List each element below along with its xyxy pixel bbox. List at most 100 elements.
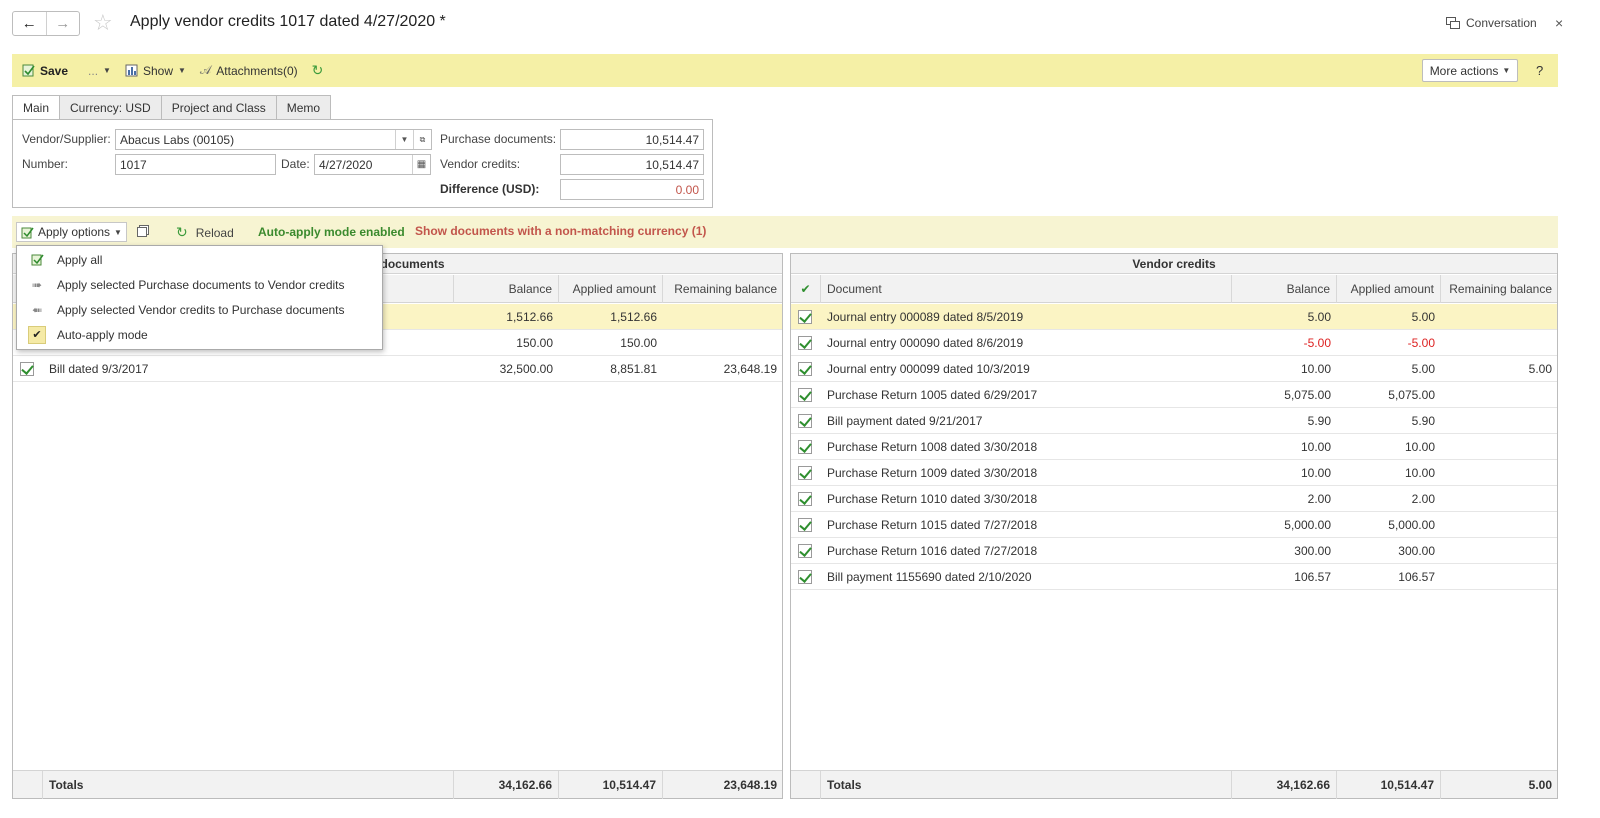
menu-item-apply-all[interactable]: Apply all bbox=[17, 247, 382, 272]
menu-item-auto-apply-mode[interactable]: ✔ Auto-apply mode bbox=[17, 322, 382, 347]
select-all-check-icon[interactable]: ✔ bbox=[791, 275, 821, 303]
dropdown-caret-icon: ▼ bbox=[178, 66, 186, 75]
row-checkbox[interactable] bbox=[798, 544, 812, 558]
row-checkbox[interactable] bbox=[798, 466, 812, 480]
date-field[interactable]: 4/27/2020 ▦ bbox=[314, 154, 431, 175]
row-checkbox[interactable] bbox=[798, 492, 812, 506]
applied-amount-cell[interactable]: 5.00 bbox=[1337, 356, 1441, 382]
applied-amount-cell[interactable]: 5.90 bbox=[1337, 408, 1441, 434]
dropdown-caret-icon[interactable]: ▼ bbox=[395, 130, 413, 149]
more-actions-button[interactable]: More actions ▼ bbox=[1422, 59, 1518, 82]
tab-project-and-class[interactable]: Project and Class bbox=[161, 95, 277, 120]
table-row[interactable]: Bill payment 1155690 dated 2/10/2020 106.… bbox=[791, 564, 1557, 590]
document-cell[interactable]: Purchase Return 1008 dated 3/30/2018 bbox=[821, 434, 1232, 460]
row-checkbox[interactable] bbox=[20, 362, 34, 376]
arrow-left-icon: ➠ bbox=[31, 302, 43, 317]
table-row[interactable]: Purchase Return 1010 dated 3/30/2018 2.00… bbox=[791, 486, 1557, 512]
table-row[interactable]: Purchase Return 1016 dated 7/27/2018 300.… bbox=[791, 538, 1557, 564]
applied-amount-cell[interactable]: 5.00 bbox=[1337, 304, 1441, 330]
row-checkbox[interactable] bbox=[798, 518, 812, 532]
close-icon[interactable]: × bbox=[1555, 15, 1563, 31]
remaining-balance-cell bbox=[1441, 304, 1558, 330]
show-non-matching-currency-link[interactable]: Show documents with a non-matching curre… bbox=[415, 224, 706, 238]
applied-amount-cell[interactable]: 106.57 bbox=[1337, 564, 1441, 590]
applied-amount-cell[interactable]: -5.00 bbox=[1337, 330, 1441, 356]
save-icon bbox=[22, 64, 35, 77]
open-link-icon[interactable]: ⧉ bbox=[413, 130, 431, 149]
table-row[interactable]: Purchase Return 1015 dated 7/27/2018 5,00… bbox=[791, 512, 1557, 538]
main-tab-panel: Vendor/Supplier: Abacus Labs (00105) ▼ ⧉… bbox=[12, 119, 713, 208]
refresh-icon[interactable]: ↻ bbox=[312, 62, 324, 79]
vendor-field[interactable]: Abacus Labs (00105) ▼ ⧉ bbox=[115, 129, 432, 150]
applied-amount-cell[interactable]: 10.00 bbox=[1337, 460, 1441, 486]
applied-amount-cell[interactable]: 2.00 bbox=[1337, 486, 1441, 512]
vendor-credits-label: Vendor credits: bbox=[440, 157, 521, 171]
column-header-applied-amount[interactable]: Applied amount bbox=[559, 275, 663, 303]
remaining-balance-cell bbox=[1441, 330, 1558, 356]
table-row[interactable]: Journal entry 000099 dated 10/3/2019 10.0… bbox=[791, 356, 1557, 382]
row-checkbox[interactable] bbox=[798, 388, 812, 402]
table-row[interactable]: Journal entry 000090 dated 8/6/2019 -5.00… bbox=[791, 330, 1557, 356]
document-cell[interactable]: Purchase Return 1009 dated 3/30/2018 bbox=[821, 460, 1232, 486]
applied-amount-cell[interactable]: 10.00 bbox=[1337, 434, 1441, 460]
menu-item-apply-credits-to-purchase[interactable]: ➠ Apply selected Vendor credits to Purch… bbox=[17, 297, 382, 322]
conversation-button[interactable]: Conversation bbox=[1446, 16, 1537, 30]
document-cell[interactable]: Bill payment dated 9/21/2017 bbox=[821, 408, 1232, 434]
total-remaining: 5.00 bbox=[1528, 778, 1552, 792]
column-header-balance[interactable]: Balance bbox=[454, 275, 559, 303]
calendar-icon[interactable]: ▦ bbox=[412, 155, 430, 174]
column-header-applied-amount[interactable]: Applied amount bbox=[1337, 275, 1441, 303]
total-applied: 10,514.47 bbox=[1337, 771, 1441, 799]
table-row[interactable]: Purchase Return 1005 dated 6/29/2017 5,07… bbox=[791, 382, 1557, 408]
balance-cell: -5.00 bbox=[1303, 336, 1331, 350]
table-row[interactable]: Bill dated 9/3/2017 32,500.00 8,851.81 2… bbox=[13, 356, 782, 382]
table-row[interactable]: Bill payment dated 9/21/2017 5.90 5.90 bbox=[791, 408, 1557, 434]
row-checkbox[interactable] bbox=[798, 336, 812, 350]
applied-amount-cell[interactable]: 5,075.00 bbox=[1337, 382, 1441, 408]
attachments-button[interactable]: ‍𝒜 Attachments(0) bbox=[200, 63, 298, 78]
document-cell[interactable]: Purchase Return 1005 dated 6/29/2017 bbox=[821, 382, 1232, 408]
row-checkbox[interactable] bbox=[798, 414, 812, 428]
column-header-remaining-balance[interactable]: Remaining balance bbox=[663, 275, 783, 303]
help-button[interactable]: ? bbox=[1536, 63, 1543, 78]
save-button[interactable]: Save bbox=[22, 64, 68, 78]
document-cell[interactable]: Journal entry 000089 dated 8/5/2019 bbox=[821, 304, 1232, 330]
command-bar: Save ... ▼ Show ▼ ‍𝒜 Attachments(0) ↻ Mo… bbox=[12, 54, 1558, 87]
show-button[interactable]: Show ▼ bbox=[125, 64, 186, 78]
menu-item-apply-purchase-to-credits[interactable]: ➠ Apply selected Purchase documents to V… bbox=[17, 272, 382, 297]
more-commands-button[interactable]: ... ▼ bbox=[88, 64, 111, 78]
document-cell[interactable]: Journal entry 000090 dated 8/6/2019 bbox=[821, 330, 1232, 356]
document-cell[interactable]: Journal entry 000099 dated 10/3/2019 bbox=[821, 356, 1232, 382]
row-checkbox[interactable] bbox=[798, 310, 812, 324]
number-field[interactable]: 1017 bbox=[115, 154, 276, 175]
apply-options-menu: Apply all ➠ Apply selected Purchase docu… bbox=[16, 245, 383, 350]
forward-arrow-icon[interactable]: → bbox=[45, 12, 80, 35]
column-header-remaining-balance[interactable]: Remaining balance bbox=[1441, 275, 1558, 303]
document-cell[interactable]: Purchase Return 1016 dated 7/27/2018 bbox=[821, 538, 1232, 564]
document-cell[interactable]: Purchase Return 1010 dated 3/30/2018 bbox=[821, 486, 1232, 512]
column-header-balance[interactable]: Balance bbox=[1232, 275, 1337, 303]
dropdown-caret-icon: ▼ bbox=[1502, 66, 1511, 75]
row-checkbox[interactable] bbox=[798, 440, 812, 454]
column-header-document[interactable]: Document bbox=[821, 275, 1232, 303]
back-arrow-icon[interactable]: ← bbox=[13, 12, 46, 35]
applied-amount-cell[interactable]: 300.00 bbox=[1337, 538, 1441, 564]
table-row[interactable]: Purchase Return 1008 dated 3/30/2018 10.0… bbox=[791, 434, 1557, 460]
remaining-balance-cell bbox=[1441, 512, 1558, 538]
applied-amount-cell[interactable]: 5,000.00 bbox=[1337, 512, 1441, 538]
tab-memo[interactable]: Memo bbox=[276, 95, 332, 120]
table-row[interactable]: Journal entry 000089 dated 8/5/2019 5.00 5… bbox=[791, 304, 1557, 330]
apply-options-button[interactable]: Apply options ▼ bbox=[16, 222, 127, 242]
totals-label: Totals bbox=[821, 771, 1232, 799]
copy-icon[interactable] bbox=[136, 224, 150, 238]
favorite-star-icon[interactable]: ☆ bbox=[93, 10, 113, 36]
tab-currency[interactable]: Currency: USD bbox=[60, 95, 162, 120]
table-row[interactable]: Purchase Return 1009 dated 3/30/2018 10.0… bbox=[791, 460, 1557, 486]
row-checkbox[interactable] bbox=[798, 362, 812, 376]
reload-button[interactable]: ↻ Reload bbox=[176, 224, 234, 241]
row-checkbox[interactable] bbox=[798, 570, 812, 584]
document-cell[interactable]: Purchase Return 1015 dated 7/27/2018 bbox=[821, 512, 1232, 538]
document-cell[interactable]: Bill payment 1155690 dated 2/10/2020 bbox=[821, 564, 1232, 590]
remaining-balance-cell bbox=[1441, 408, 1558, 434]
tab-main[interactable]: Main bbox=[12, 95, 61, 120]
